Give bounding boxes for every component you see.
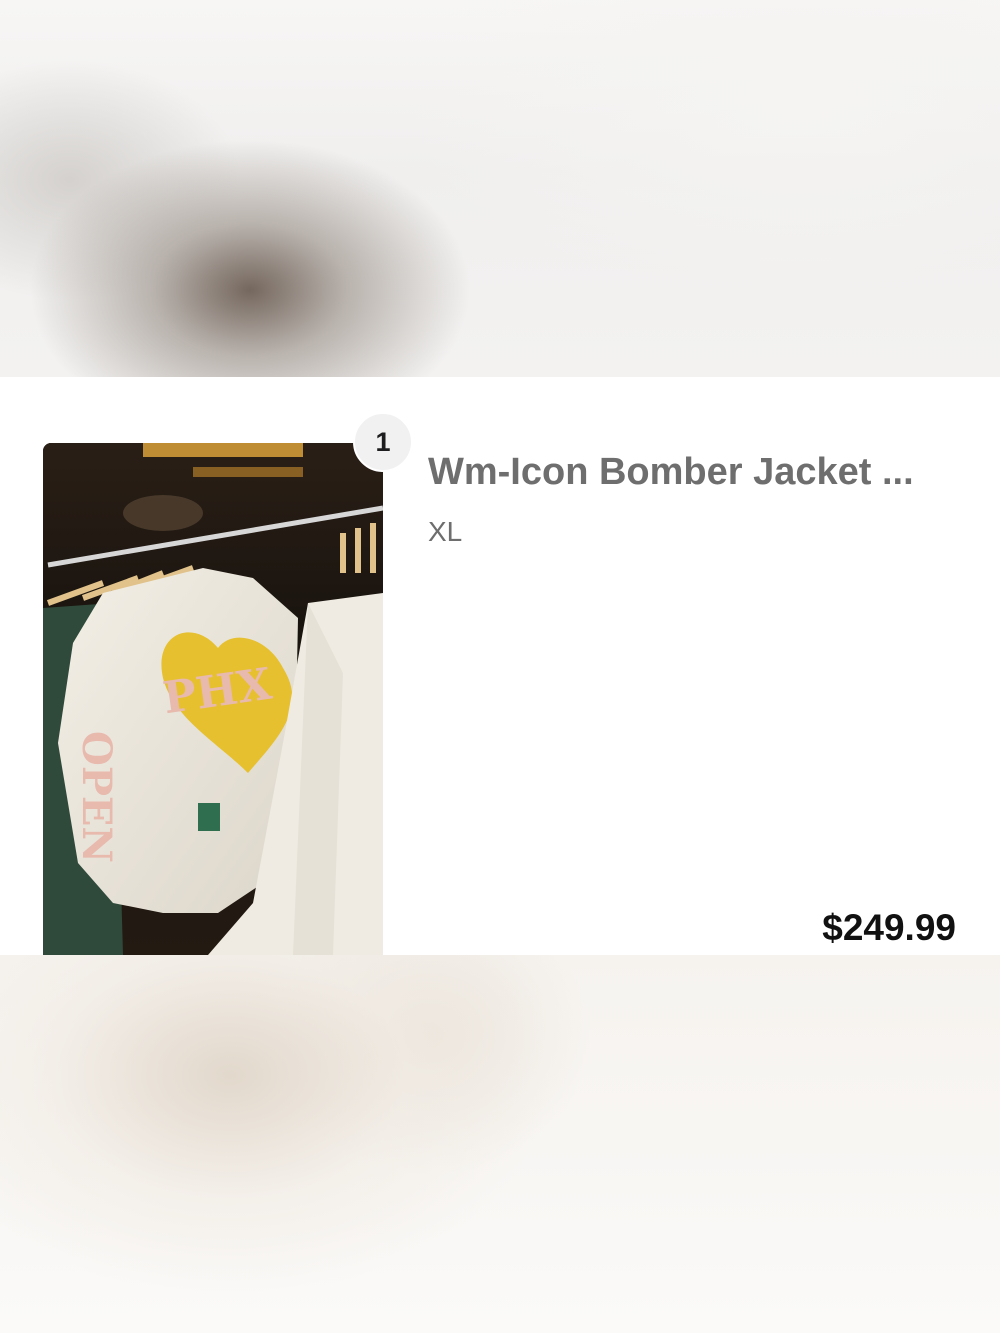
cart-line-item[interactable]: PHX OPEN 1 Wm-Icon Bomber Jacket ... XL … bbox=[0, 377, 1000, 955]
product-variant: XL bbox=[428, 516, 463, 547]
svg-text:OPEN: OPEN bbox=[73, 731, 120, 863]
product-price: $249.99 bbox=[822, 907, 956, 948]
product-photo-icon: PHX OPEN bbox=[43, 443, 383, 955]
blurred-background-bottom bbox=[0, 955, 1000, 1333]
product-title[interactable]: Wm-Icon Bomber Jacket ... bbox=[428, 451, 968, 494]
quantity-badge: 1 bbox=[353, 412, 413, 472]
product-thumbnail[interactable]: PHX OPEN bbox=[43, 443, 383, 955]
blurred-background-top bbox=[0, 0, 1000, 377]
